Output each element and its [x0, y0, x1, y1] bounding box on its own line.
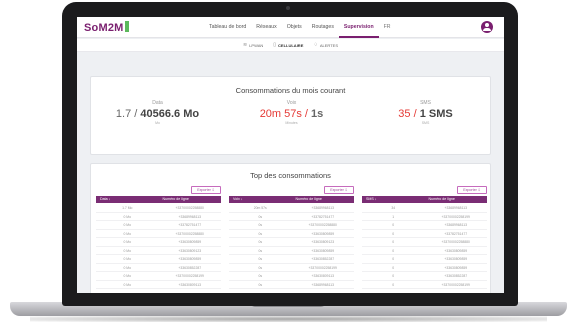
nav-tableau-de-bord[interactable]: Tableau de bord — [204, 17, 251, 38]
table-row[interactable]: 0 Mo +33630852287 — [96, 264, 221, 272]
language-selector[interactable]: FR — [379, 17, 396, 38]
tab-lpwan[interactable]: ≋ LPWAN — [243, 42, 263, 48]
table-row[interactable]: 34 +33689968113 — [362, 204, 487, 213]
nav-supervision[interactable]: Supervision — [338, 17, 379, 38]
phone-icon: ▯ — [273, 42, 277, 48]
export-sms-button[interactable]: Exporter ⇩ — [457, 186, 487, 194]
logo-mark-icon — [124, 21, 129, 32]
tab-cellulaire[interactable]: ▯ CELLULAIRE — [273, 42, 303, 48]
table-row[interactable]: 0 Mo +33700002258880 — [96, 230, 221, 238]
table-row[interactable]: 0 Mo +33782751477 — [96, 221, 221, 230]
line-number-header[interactable]: Numéro de ligne — [159, 196, 222, 203]
stat-voix-value: 20m 57s / 1s — [259, 108, 324, 120]
top-consumption-card: Top des consommations Exporter ⇩ Data ↓ … — [90, 163, 491, 293]
stat-voix-label: Voix — [286, 100, 297, 106]
table-row[interactable]: 0 Mo +33700002258199 — [96, 272, 221, 281]
laptop-screen: SoM2M Tableau de bord Réseaux Objets Rou… — [77, 17, 504, 293]
table-row[interactable]: 0s +33689968113 — [229, 281, 354, 289]
sort-data-header[interactable]: Data ↓ — [96, 196, 159, 203]
table-row[interactable]: 1 +33700002258199 — [362, 213, 487, 221]
nav-reseaux[interactable]: Réseaux — [251, 17, 281, 38]
table-row[interactable]: 0 +33630809859 — [362, 255, 487, 264]
table-row[interactable]: 0s +33630809859 — [229, 247, 354, 255]
table-row[interactable]: 0 Mo +33630809123 — [96, 247, 221, 255]
export-data-button[interactable]: Exporter ⇩ — [191, 186, 221, 194]
table-body: 20m 57s +33689968113 0s +33782751477 0s +33… — [229, 204, 354, 289]
table-row[interactable]: 0s +33700002258880 — [229, 221, 354, 230]
supervision-subtabs: ≋ LPWAN ▯ CELLULAIRE ♢ ALERTES — [77, 39, 504, 52]
stat-sms: SMS 35 / 1 SMS SMS — [359, 100, 492, 125]
app-header: SoM2M Tableau de bord Réseaux Objets Rou… — [77, 17, 504, 38]
table-row[interactable]: 0s +33630809859 — [229, 230, 354, 238]
table-row[interactable]: 0s +33630809113 — [229, 272, 354, 281]
table-row[interactable]: 0 +33630809859 — [362, 264, 487, 272]
table-row[interactable]: 0 +33782751477 — [362, 230, 487, 238]
app-logo[interactable]: SoM2M — [84, 21, 129, 34]
stat-sms-label: SMS — [420, 100, 431, 106]
table-header: SMS ↓ Numéro de ligne — [362, 196, 487, 203]
table-row[interactable]: 0 Mo +33630809859 — [96, 255, 221, 264]
stat-data: Data 1.7 / 40566.6 Mo Mo — [91, 100, 224, 125]
nav-routages[interactable]: Routages — [307, 17, 339, 38]
table-row[interactable]: 0 +33630852287 — [362, 272, 487, 281]
sort-sms-header[interactable]: SMS ↓ — [362, 196, 425, 203]
nav-objets[interactable]: Objets — [282, 17, 307, 38]
table-row[interactable]: 0s +33782751477 — [229, 213, 354, 221]
table-header: Voix ↓ Numéro de ligne — [229, 196, 354, 203]
table-row[interactable]: 0 +33700002258199 — [362, 281, 487, 289]
table-row[interactable]: 0 +33630809859 — [362, 247, 487, 255]
stat-voix: Voix 20m 57s / 1s Minutes — [225, 100, 358, 125]
export-voix-button[interactable]: Exporter ⇩ — [324, 186, 354, 194]
stat-data-unit: Mo — [155, 121, 160, 125]
table-row[interactable]: 0 Mo +33630809113 — [96, 281, 221, 289]
stat-voix-unit: Minutes — [285, 121, 298, 125]
table-row[interactable]: 0s +33630852287 — [229, 255, 354, 264]
sort-voix-header[interactable]: Voix ↓ — [229, 196, 292, 203]
table-header: Data ↓ Numéro de ligne — [96, 196, 221, 203]
table-row[interactable]: 20m 57s +33689968113 — [229, 204, 354, 213]
table-row[interactable]: 0 +33700002258880 — [362, 238, 487, 247]
bell-icon: ♢ — [313, 42, 318, 48]
table-row[interactable]: 0 +33689968113 — [362, 221, 487, 230]
user-avatar-icon[interactable] — [481, 21, 493, 33]
table-row[interactable]: 0s +33630809123 — [229, 238, 354, 247]
top-consumption-title: Top des consommations — [250, 171, 331, 180]
table-row[interactable]: 0s +33700002258199 — [229, 264, 354, 272]
line-number-header[interactable]: Numéro de ligne — [292, 196, 355, 203]
tab-alertes[interactable]: ♢ ALERTES — [313, 42, 338, 48]
table-body: 1.7 Mo +33700002258880 0 Mo +33689968113 0… — [96, 204, 221, 289]
stat-data-value: 1.7 / 40566.6 Mo — [115, 108, 200, 120]
laptop-shadow — [30, 316, 547, 322]
table-row[interactable]: 0 Mo +33630809859 — [96, 238, 221, 247]
monthly-consumption-card: Consommations du mois courant Data 1.7 /… — [90, 76, 491, 155]
main-nav: Tableau de bord Réseaux Objets Routages … — [204, 17, 396, 38]
table-row[interactable]: 0 Mo +33689968113 — [96, 213, 221, 221]
table-body: 34 +33689968113 1 +33700002258199 0 +336899… — [362, 204, 487, 289]
stat-data-label: Data — [152, 100, 163, 106]
wifi-icon: ≋ — [242, 42, 248, 48]
monthly-consumption-title: Consommations du mois courant — [235, 86, 346, 95]
table-row[interactable]: 1.7 Mo +33700002258880 — [96, 204, 221, 213]
webcam-icon — [286, 6, 290, 10]
line-number-header[interactable]: Numéro de ligne — [425, 196, 488, 203]
stat-sms-unit: SMS — [421, 121, 430, 125]
stat-sms-value: 35 / 1 SMS — [398, 108, 453, 120]
